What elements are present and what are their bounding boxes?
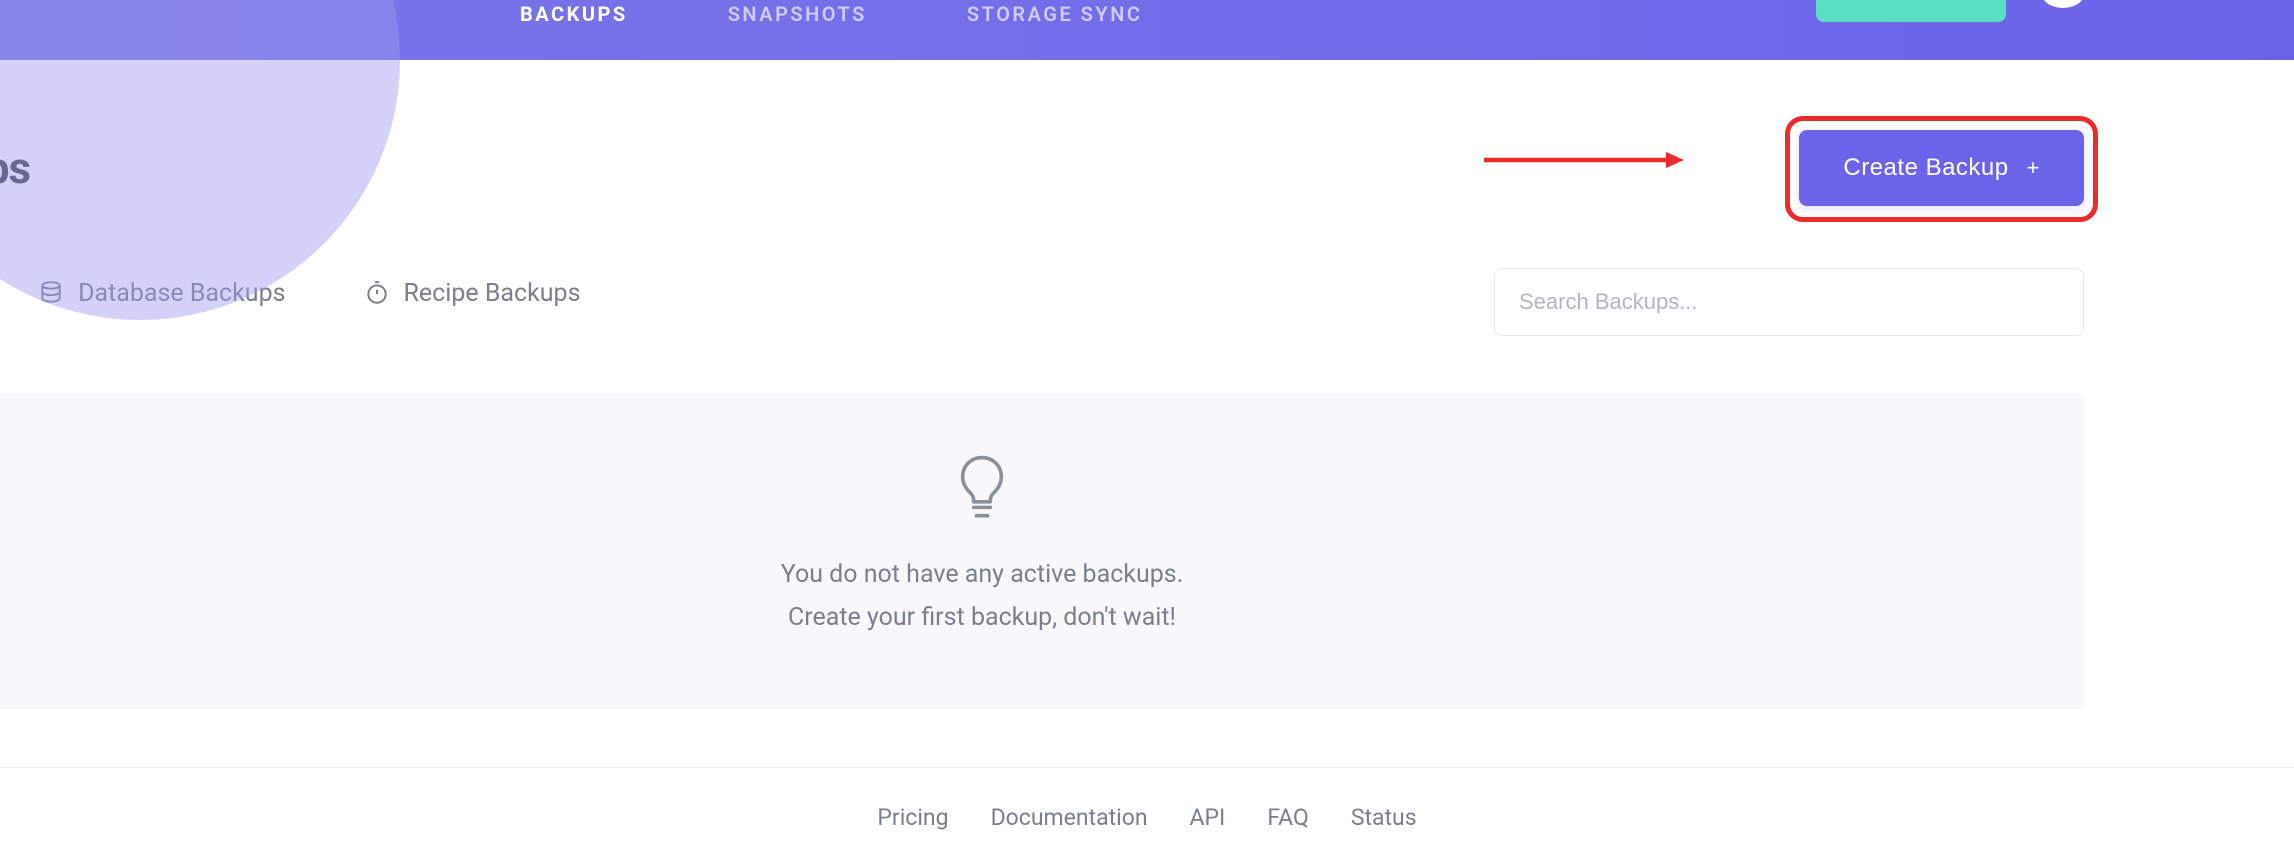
footer-link-faq[interactable]: FAQ (1267, 804, 1309, 831)
footer: Pricing Documentation API FAQ Status (0, 767, 2294, 867)
timer-icon (364, 280, 390, 306)
nav-item-storage-sync[interactable]: STORAGE SYNC (967, 2, 1143, 26)
annotation-arrow (1484, 152, 1684, 168)
top-nav-right (1816, 0, 2084, 22)
empty-state-line2: Create your first backup, don't wait! (0, 597, 2084, 640)
footer-links: Pricing Documentation API FAQ Status (877, 804, 1416, 831)
create-backup-label: Create Backup (1843, 154, 2008, 182)
avatar[interactable] (2042, 0, 2084, 8)
top-nav: BACKUPS SNAPSHOTS STORAGE SYNC (0, 0, 2294, 60)
create-backup-button[interactable]: Create Backup + (1799, 130, 2084, 206)
footer-link-api[interactable]: API (1190, 804, 1226, 831)
empty-state: You do not have any active backups. Crea… (0, 394, 2084, 709)
create-button-wrap: Create Backup + (1799, 130, 2084, 206)
tab-label: Recipe Backups (404, 279, 581, 308)
lightbulb-icon (955, 452, 1009, 528)
tab-recipe-backups[interactable]: Recipe Backups (364, 277, 581, 327)
search-input[interactable] (1494, 268, 2084, 336)
nav-item-backups[interactable]: BACKUPS (520, 2, 628, 26)
empty-state-line1: You do not have any active backups. (0, 554, 2084, 597)
plus-icon: + (2027, 155, 2040, 181)
nav-item-snapshots[interactable]: SNAPSHOTS (728, 2, 867, 26)
footer-link-documentation[interactable]: Documentation (991, 804, 1148, 831)
cta-button[interactable] (1816, 0, 2006, 22)
footer-link-pricing[interactable]: Pricing (877, 804, 948, 831)
empty-state-text: You do not have any active backups. Crea… (0, 554, 2084, 639)
nav-items: BACKUPS SNAPSHOTS STORAGE SYNC (520, 0, 1142, 26)
search-wrap (1494, 268, 2084, 336)
footer-link-status[interactable]: Status (1351, 804, 1417, 831)
